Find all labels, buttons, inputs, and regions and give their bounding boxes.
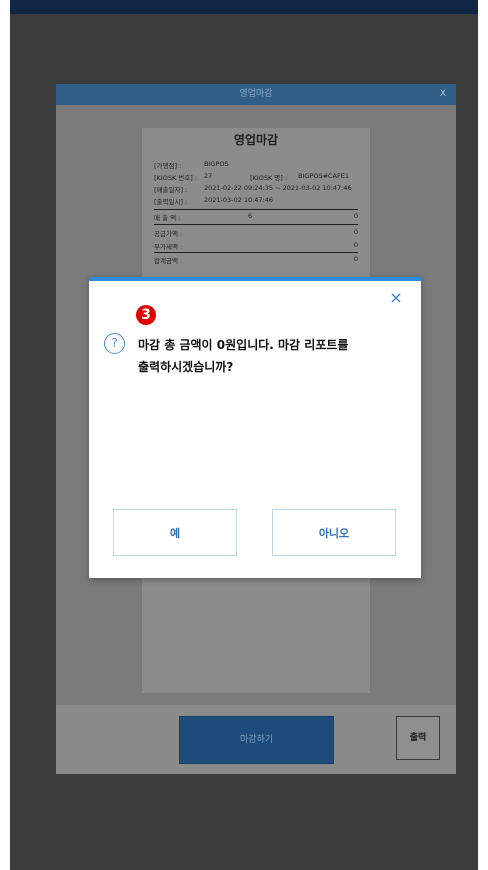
receipt-total-label: 매 출 액 :: [154, 214, 181, 222]
receipt-total-label: 합계금액 :: [154, 257, 183, 265]
receipt-total-label: 부가세액 :: [154, 243, 183, 251]
question-icon: ?: [104, 333, 125, 354]
receipt-row-value: 2021-02-22 09:24:35 ~ 2021-03-02 10:47:4…: [204, 184, 352, 192]
yes-button[interactable]: 예: [113, 509, 237, 556]
step-number-badge: 3: [136, 305, 156, 325]
receipt-row: [매출일자] : 2021-02-22 09:24:35 ~ 2021-03-0…: [154, 184, 358, 196]
top-status-bar: [10, 0, 478, 14]
receipt-total-amount: 0: [353, 228, 358, 236]
receipt-row: [KIOSK 번호] : 27 [KIOSK 명] : BIGPOS#CAFE1: [154, 172, 358, 184]
receipt-row: [가맹점] : BIGPOS: [154, 160, 358, 172]
receipt-total-amount: 0: [353, 255, 358, 263]
window-titlebar: 영업마감 X: [56, 84, 456, 105]
receipt-divider: [154, 209, 358, 210]
receipt-row-label: [KIOSK 명] :: [250, 174, 288, 182]
receipt-row-value: BIGPOS#CAFE1: [298, 172, 349, 180]
no-button[interactable]: 아니오: [272, 509, 396, 556]
receipt-total-amount: 0: [353, 212, 358, 220]
receipt-row-label: [출력일시] :: [154, 198, 188, 206]
confirm-dialog: × 3 ? 마감 총 금액이 0원입니다. 마감 리포트를 출력하시겠습니까? …: [89, 277, 421, 578]
close-icon[interactable]: ×: [388, 290, 404, 306]
receipt-row-value: 27: [204, 172, 213, 180]
receipt-total-row: 매 출 액 : 6 0: [154, 212, 358, 224]
receipt-row-label: [매출일자] :: [154, 186, 188, 194]
window-footer: 마감하기 출력: [56, 705, 456, 774]
window-title: 영업마감: [239, 89, 273, 99]
receipt-row-label: [가맹점] :: [154, 162, 182, 170]
receipt-total-count: 6: [248, 212, 253, 220]
receipt-total-label: 공급가액 :: [154, 230, 183, 238]
receipt-divider: [154, 224, 358, 225]
print-button[interactable]: 출력: [396, 716, 440, 760]
dialog-message: 마감 총 금액이 0원입니다. 마감 리포트를 출력하시겠습니까?: [138, 338, 349, 374]
receipt-total-row: 합계금액 : 0: [154, 255, 358, 267]
window-close-button[interactable]: X: [440, 84, 446, 105]
receipt-row-value: 2021-03-02 10:47:46: [204, 196, 274, 204]
receipt-row: [출력일시] : 2021-03-02 10:47:46: [154, 196, 358, 208]
close-shift-button[interactable]: 마감하기: [179, 716, 334, 764]
receipt-title: 영업마감: [233, 133, 279, 147]
receipt-row-label: [KIOSK 번호] :: [154, 174, 198, 182]
receipt-total-row: 공급가액 : 0: [154, 228, 358, 240]
receipt-divider: [154, 252, 358, 253]
receipt-total-amount: 0: [353, 241, 358, 249]
receipt-row-value: BIGPOS: [204, 160, 229, 168]
